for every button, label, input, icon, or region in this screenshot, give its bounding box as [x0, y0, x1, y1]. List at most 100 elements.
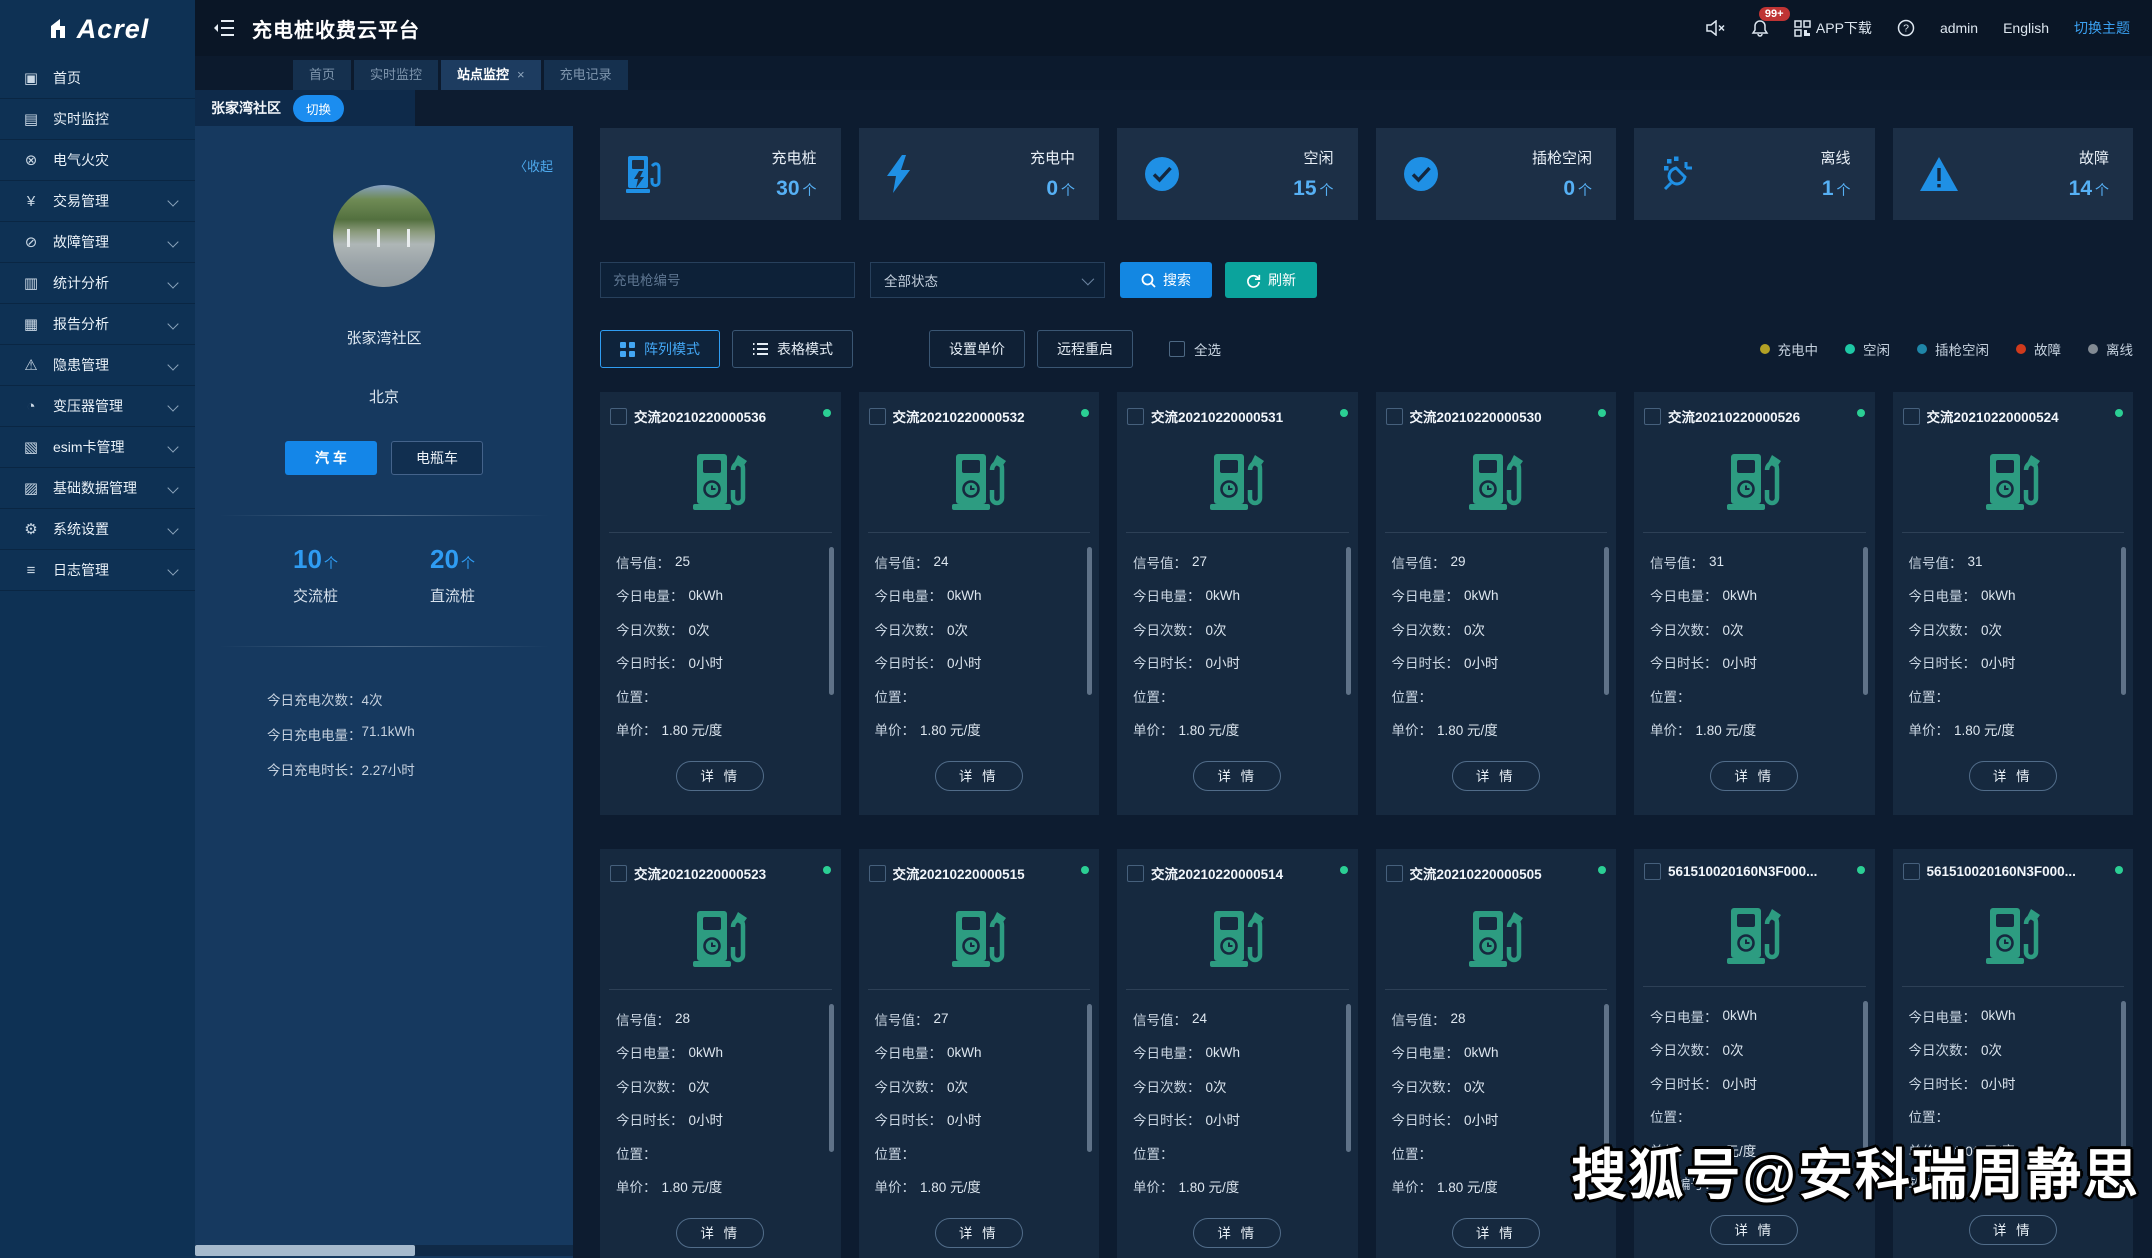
pile-checkbox[interactable] [610, 865, 627, 882]
language-switch[interactable]: English [2003, 20, 2049, 36]
sidebar-item[interactable]: ¥ 交易管理 [0, 181, 195, 222]
app-download[interactable]: APP下载 [1794, 18, 1872, 38]
vehicle-tab-car[interactable]: 汽 车 [285, 441, 377, 475]
pile-title: 交流20210220000526 [1668, 406, 1854, 426]
search-button[interactable]: 搜索 [1120, 262, 1212, 298]
today-charge-duration: 今日充电时长：2.27小时 [267, 759, 573, 779]
sidebar-item[interactable]: ⊘ 故障管理 [0, 222, 195, 263]
username[interactable]: admin [1940, 20, 1978, 36]
help-icon[interactable]: ? [1897, 19, 1915, 37]
gun-number-input[interactable] [600, 262, 855, 298]
pile-checkbox[interactable] [1127, 408, 1144, 425]
refresh-button[interactable]: 刷新 [1225, 262, 1317, 298]
scrollbar-thumb[interactable] [829, 1004, 834, 1152]
switch-station-button[interactable]: 切换 [293, 95, 344, 122]
pile-info-row: 信号值：27 [875, 1002, 1084, 1036]
set-price-button[interactable]: 设置单价 [929, 330, 1025, 368]
sidebar-item[interactable]: ▤ 实时监控 [0, 99, 195, 140]
pile-card: 交流20210220000515 信号值：27 今日电量：0kWh 今日次数： [859, 849, 1100, 1258]
scrollbar-thumb[interactable] [195, 1245, 415, 1256]
detail-button[interactable]: 详 情 [1452, 761, 1540, 791]
menu-collapse-icon[interactable] [213, 19, 235, 37]
detail-button[interactable]: 详 情 [1710, 761, 1798, 791]
pile-info-row: 今日次数：0次 [1392, 1069, 1601, 1103]
sidebar-item[interactable]: ▧ esim卡管理 [0, 427, 195, 468]
vehicle-tab-ebike[interactable]: 电瓶车 [391, 441, 483, 475]
select-all[interactable]: 全选 [1169, 339, 1221, 359]
scrollbar-thumb[interactable] [2121, 1001, 2126, 1149]
pile-checkbox[interactable] [1127, 865, 1144, 882]
sidebar-item[interactable]: ⚙ 系统设置 [0, 509, 195, 550]
pile-card-header: 交流20210220000531 [1117, 392, 1358, 426]
status-select[interactable]: 全部状态 [870, 262, 1105, 298]
sidebar-item[interactable]: ≡ 日志管理 [0, 550, 195, 591]
grid-mode-label: 阵列模式 [644, 339, 700, 359]
scrollbar-thumb[interactable] [1604, 547, 1609, 695]
detail-button[interactable]: 详 情 [676, 1218, 764, 1248]
table-mode-button[interactable]: 表格模式 [732, 330, 853, 368]
scrollbar-thumb[interactable] [1863, 547, 1868, 695]
pile-checkbox[interactable] [1644, 863, 1661, 880]
detail-button[interactable]: 详 情 [1710, 1215, 1798, 1245]
charging-pile-icon [948, 909, 1010, 969]
status-legend: 充电中 空闲 插枪空闲 故障 离 [1760, 339, 2134, 359]
sidebar: Acrel ▣ 首页 ▤ 实时监控 ⊗ 电气火灾 ¥ 交易管理 [0, 0, 195, 1258]
station-header-bar: 张家湾社区 切换 [195, 90, 415, 126]
detail-button[interactable]: 详 情 [935, 1218, 1023, 1248]
pile-checkbox[interactable] [1386, 408, 1403, 425]
sidebar-item-icon: ⚠ [20, 356, 42, 374]
scrollbar-thumb[interactable] [1863, 1001, 1868, 1149]
scrollbar-thumb[interactable] [829, 547, 834, 695]
pile-info-row: 今日次数：0次 [875, 1069, 1084, 1103]
pile-checkbox[interactable] [1903, 408, 1920, 425]
tab-close-icon[interactable]: × [517, 67, 525, 82]
sidebar-item[interactable]: ▦ 报告分析 [0, 304, 195, 345]
pile-checkbox[interactable] [869, 865, 886, 882]
pile-info-row: 位置： [1133, 679, 1342, 713]
acrel-logo-icon [46, 17, 70, 41]
scrollbar-thumb[interactable] [1087, 1004, 1092, 1152]
notifications-bell[interactable]: 99+ [1751, 19, 1769, 37]
tab-realtime-monitor[interactable]: 实时监控 [354, 60, 438, 90]
detail-button[interactable]: 详 情 [1193, 1218, 1281, 1248]
tab-home[interactable]: 首页 [293, 60, 351, 90]
switch-theme-link[interactable]: 切换主题 [2074, 18, 2130, 38]
tab-station-monitor[interactable]: 站点监控× [441, 60, 541, 90]
pile-card: 交流20210220000526 信号值：31 今日电量：0kWh 今日次数： [1634, 392, 1875, 815]
tab-label: 实时监控 [370, 67, 422, 82]
select-all-checkbox[interactable] [1169, 341, 1185, 357]
grid-mode-button[interactable]: 阵列模式 [600, 330, 720, 368]
remote-restart-button[interactable]: 远程重启 [1037, 330, 1133, 368]
scrollbar-thumb[interactable] [2121, 547, 2126, 695]
sidebar-item[interactable]: ▨ 基础数据管理 [0, 468, 195, 509]
pile-info-row: 今日电量：0kWh [875, 1036, 1084, 1070]
tab-charging-records[interactable]: 充电记录 [544, 60, 628, 90]
pile-checkbox[interactable] [1386, 865, 1403, 882]
sidebar-item[interactable]: ▥ 统计分析 [0, 263, 195, 304]
collapse-panel-link[interactable]: 〈收起 [195, 126, 573, 175]
scrollbar-thumb[interactable] [1346, 547, 1351, 695]
sidebar-item[interactable]: ⚠ 隐患管理 [0, 345, 195, 386]
pile-info: 信号值：27 今日电量：0kWh 今日次数：0次 今日时长：0小时 位置： 单价… [1117, 533, 1358, 746]
mute-icon[interactable] [1706, 20, 1726, 36]
detail-button[interactable]: 详 情 [676, 761, 764, 791]
sidebar-item[interactable]: ⊗ 电气火灾 [0, 140, 195, 181]
sidebar-item[interactable]: ▣ 首页 [0, 58, 195, 99]
detail-button[interactable]: 详 情 [1193, 761, 1281, 791]
sidebar-item[interactable]: ◔ 变压器管理 [0, 386, 195, 427]
pile-checkbox[interactable] [1903, 863, 1920, 880]
detail-button[interactable]: 详 情 [1969, 1215, 2057, 1245]
pile-checkbox[interactable] [610, 408, 627, 425]
pile-checkbox[interactable] [1644, 408, 1661, 425]
detail-button[interactable]: 详 情 [1969, 761, 2057, 791]
pile-card-header: 交流20210220000524 [1893, 392, 2134, 426]
stat-label: 空闲 [1303, 147, 1333, 168]
detail-button[interactable]: 详 情 [1452, 1218, 1540, 1248]
pile-info-row: 今日电量：0kWh [1133, 1036, 1342, 1070]
pile-info-row: 今日时长：0小时 [1650, 646, 1859, 680]
pile-checkbox[interactable] [869, 408, 886, 425]
detail-button[interactable]: 详 情 [935, 761, 1023, 791]
chevron-down-icon [167, 523, 178, 534]
scrollbar-thumb[interactable] [1346, 1004, 1351, 1152]
scrollbar-thumb[interactable] [1087, 547, 1092, 695]
